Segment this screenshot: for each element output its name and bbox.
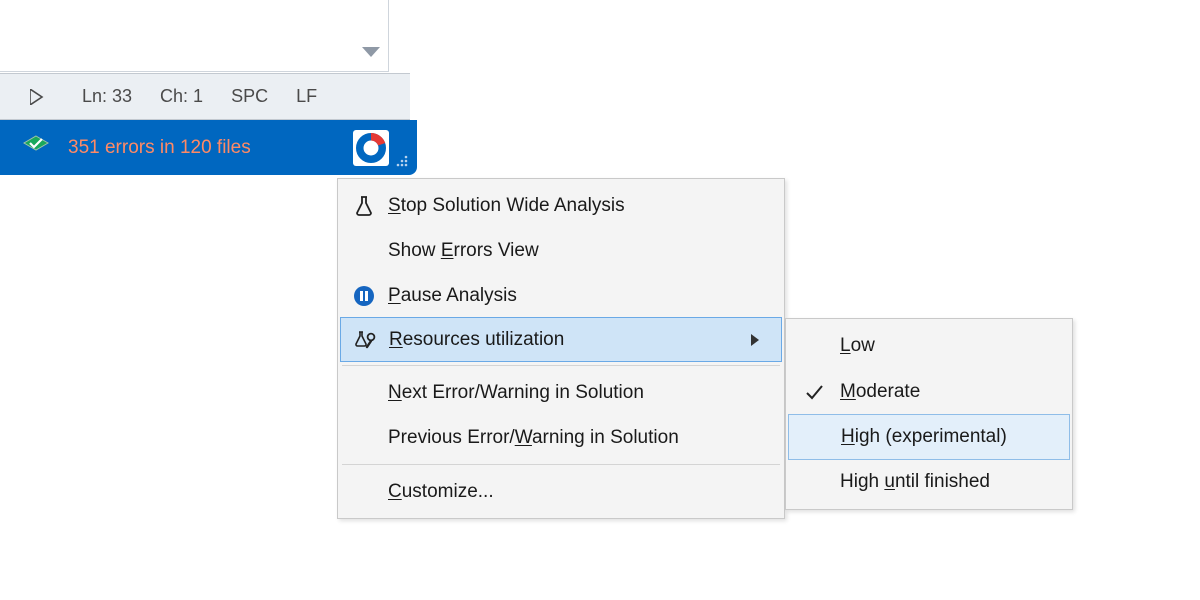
submenu-high-until-finished[interactable]: High until finished <box>788 459 1070 505</box>
errors-summary[interactable]: 351 errors in 120 files <box>68 137 353 159</box>
play-icon[interactable] <box>30 89 44 105</box>
menu-label: Pause Analysis <box>388 285 766 307</box>
menu-label: Resources utilization <box>389 329 721 351</box>
menu-separator <box>342 365 780 366</box>
editor-statusbar: Ln: 33 Ch: 1 SPC LF <box>0 73 410 120</box>
menu-label: Low <box>840 335 1054 357</box>
tools-flask-icon <box>341 329 389 351</box>
status-line[interactable]: Ln: 33 <box>82 86 132 107</box>
menu-label: Customize... <box>388 481 766 503</box>
menu-show-errors[interactable]: Show Errors View <box>340 228 782 273</box>
shield-check-icon[interactable] <box>22 134 50 162</box>
resize-grip-icon[interactable] <box>391 120 413 175</box>
status-column[interactable]: Ch: 1 <box>160 86 203 107</box>
editor-panel-remnant <box>0 0 389 72</box>
analysis-statusbar: 351 errors in 120 files <box>0 120 417 175</box>
resources-submenu: Low Moderate High (experimental) High un… <box>785 318 1073 510</box>
submenu-low[interactable]: Low <box>788 323 1070 369</box>
analysis-progress-icon[interactable] <box>353 130 389 166</box>
menu-next-error[interactable]: Next Error/Warning in Solution <box>340 370 782 415</box>
flask-icon <box>340 195 388 217</box>
status-line-ending[interactable]: LF <box>296 86 317 107</box>
menu-pause-analysis[interactable]: Pause Analysis <box>340 273 782 318</box>
submenu-arrow-icon <box>745 334 765 346</box>
submenu-high[interactable]: High (experimental) <box>788 414 1070 460</box>
pause-icon <box>340 285 388 307</box>
check-icon <box>788 384 840 400</box>
menu-label: Show Errors View <box>388 240 766 262</box>
menu-label: Moderate <box>840 381 1054 403</box>
submenu-moderate[interactable]: Moderate <box>788 369 1070 415</box>
menu-label: High (experimental) <box>841 426 1053 448</box>
menu-separator <box>342 464 780 465</box>
menu-label: Next Error/Warning in Solution <box>388 382 766 404</box>
menu-stop-analysis[interactable]: Stop Solution Wide Analysis <box>340 183 782 228</box>
chevron-down-icon[interactable] <box>362 47 380 59</box>
menu-resources-utilization[interactable]: Resources utilization <box>340 317 782 362</box>
menu-label: Previous Error/Warning in Solution <box>388 427 766 449</box>
analysis-context-menu: Stop Solution Wide Analysis Show Errors … <box>337 178 785 519</box>
menu-label: High until finished <box>840 471 1054 493</box>
menu-label: Stop Solution Wide Analysis <box>388 195 766 217</box>
status-indent[interactable]: SPC <box>231 86 268 107</box>
menu-prev-error[interactable]: Previous Error/Warning in Solution <box>340 415 782 460</box>
menu-customize[interactable]: Customize... <box>340 469 782 514</box>
